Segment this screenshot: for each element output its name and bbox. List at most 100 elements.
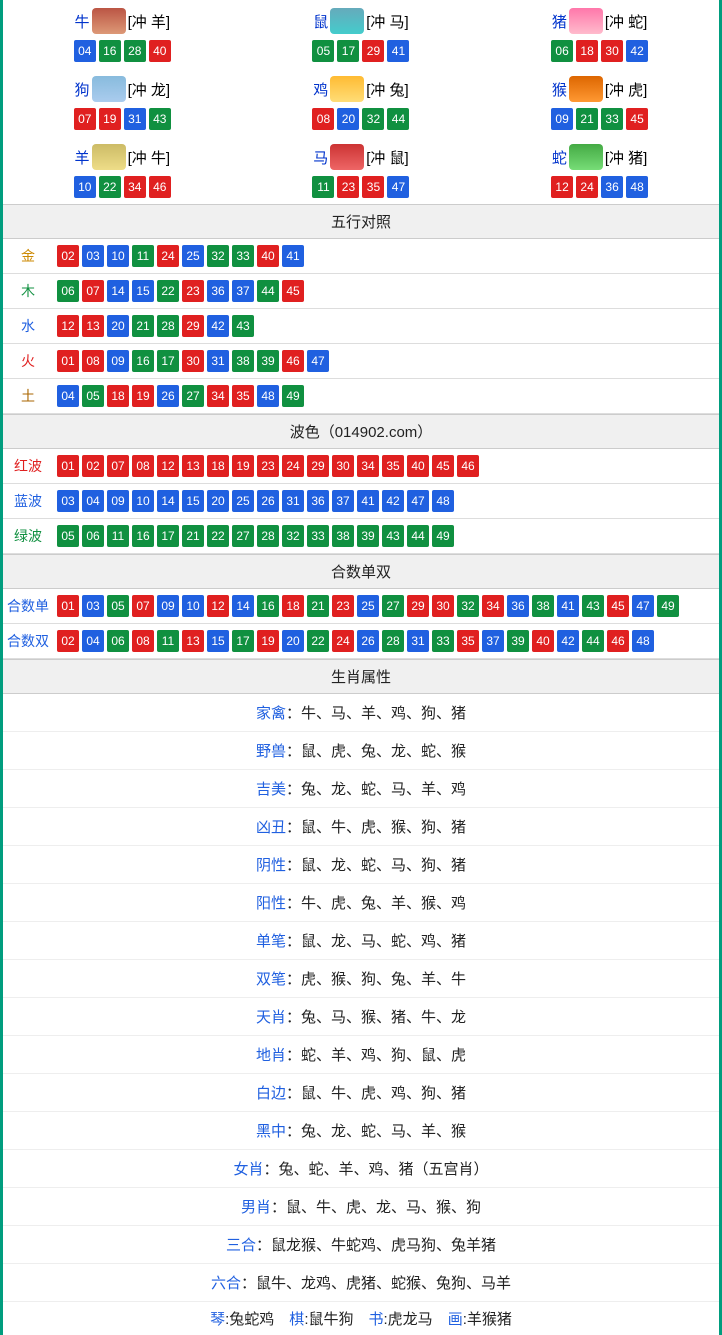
attr-key: 吉美 (256, 781, 286, 798)
attr-key: 黑中 (256, 1123, 286, 1140)
ball-row: 1213202128294243 (57, 315, 715, 337)
last-value: :虎龙马 (384, 1311, 433, 1328)
zodiac-title: 狗[冲 龙] (3, 76, 242, 102)
table-row: 合数单0103050709101214161821232527293032343… (3, 589, 719, 624)
number-ball: 28 (157, 315, 179, 337)
number-ball: 02 (57, 630, 79, 652)
number-ball: 26 (357, 630, 379, 652)
attr-key: 女肖 (233, 1161, 263, 1178)
number-ball: 19 (99, 108, 121, 130)
zodiac-chong: [冲 鼠] (366, 147, 409, 168)
number-ball: 16 (257, 595, 279, 617)
attr-value: ：鼠、牛、虎、猴、狗、猪 (286, 819, 466, 836)
number-ball: 21 (132, 315, 154, 337)
number-ball: 12 (157, 455, 179, 477)
zodiac-cell: 马[冲 鼠]11233547 (242, 136, 481, 204)
number-ball: 18 (282, 595, 304, 617)
number-ball: 13 (82, 315, 104, 337)
number-ball: 19 (232, 455, 254, 477)
number-ball: 20 (337, 108, 359, 130)
row-label: 土 (3, 379, 53, 414)
number-ball: 42 (626, 40, 648, 62)
zodiac-name: 牛 (75, 11, 90, 32)
number-ball: 11 (312, 176, 334, 198)
zodiac-name: 马 (313, 147, 328, 168)
number-ball: 35 (232, 385, 254, 407)
number-ball: 09 (551, 108, 573, 130)
attr-value: ：牛、马、羊、鸡、狗、猪 (286, 705, 466, 722)
number-ball: 11 (107, 525, 129, 547)
attr-value: ：兔、蛇、羊、鸡、猪（五宫肖） (264, 1161, 489, 1178)
attr-key: 单笔 (256, 933, 286, 950)
number-ball: 23 (257, 455, 279, 477)
number-ball: 42 (557, 630, 579, 652)
attr-value: ：牛、虎、兔、羊、猴、鸡 (286, 895, 466, 912)
row-label: 合数单 (3, 589, 53, 624)
number-ball: 01 (57, 350, 79, 372)
number-ball: 14 (157, 490, 179, 512)
number-ball: 07 (107, 455, 129, 477)
number-ball: 37 (232, 280, 254, 302)
section-header-wuxing: 五行对照 (3, 204, 719, 239)
number-ball: 32 (362, 108, 384, 130)
row-balls: 05061116172122272832333839434449 (53, 519, 719, 554)
number-ball: 10 (107, 245, 129, 267)
number-ball: 46 (457, 455, 479, 477)
number-ball: 43 (382, 525, 404, 547)
number-ball: 18 (107, 385, 129, 407)
number-ball: 31 (207, 350, 229, 372)
table-row: 木06071415222336374445 (3, 274, 719, 309)
attr-row: 三合：鼠龙猴、牛蛇鸡、虎马狗、兔羊猪 (3, 1226, 719, 1264)
zodiac-chong: [冲 马] (366, 11, 409, 32)
ball-row: 08203244 (242, 108, 481, 130)
ball-row: 0102070812131819232429303435404546 (57, 455, 715, 477)
heshu-table: 合数单0103050709101214161821232527293032343… (3, 589, 719, 659)
number-ball: 15 (182, 490, 204, 512)
number-ball: 33 (307, 525, 329, 547)
number-ball: 29 (182, 315, 204, 337)
zodiac-name: 猴 (552, 79, 567, 100)
attr-key: 天肖 (256, 1009, 286, 1026)
number-ball: 28 (124, 40, 146, 62)
number-ball: 41 (557, 595, 579, 617)
number-ball: 40 (149, 40, 171, 62)
number-ball: 03 (82, 595, 104, 617)
zodiac-title: 牛[冲 羊] (3, 8, 242, 34)
zodiac-cell: 鼠[冲 马]05172941 (242, 0, 481, 68)
number-ball: 47 (307, 350, 329, 372)
number-ball: 19 (132, 385, 154, 407)
last-key: 棋 (289, 1311, 304, 1328)
row-balls: 04051819262734354849 (53, 379, 719, 414)
number-ball: 44 (582, 630, 604, 652)
number-ball: 30 (332, 455, 354, 477)
number-ball: 05 (57, 525, 79, 547)
number-ball: 22 (207, 525, 229, 547)
number-ball: 08 (312, 108, 334, 130)
number-ball: 35 (382, 455, 404, 477)
number-ball: 21 (182, 525, 204, 547)
ball-row: 06183042 (480, 40, 719, 62)
number-ball: 41 (387, 40, 409, 62)
ball-row: 02031011242532334041 (57, 245, 715, 267)
number-ball: 39 (257, 350, 279, 372)
zodiac-title: 羊[冲 牛] (3, 144, 242, 170)
number-ball: 34 (357, 455, 379, 477)
last-value: :鼠牛狗 (304, 1311, 353, 1328)
table-row: 金02031011242532334041 (3, 239, 719, 274)
number-ball: 13 (182, 630, 204, 652)
attr-key: 家禽 (256, 705, 286, 722)
table-row: 合数双0204060811131517192022242628313335373… (3, 624, 719, 659)
zodiac-icon (569, 76, 603, 102)
number-ball: 40 (407, 455, 429, 477)
row-balls: 0102070812131819232429303435404546 (53, 449, 719, 484)
ball-row: 12243648 (480, 176, 719, 198)
number-ball: 08 (132, 455, 154, 477)
number-ball: 36 (307, 490, 329, 512)
number-ball: 18 (207, 455, 229, 477)
number-ball: 06 (551, 40, 573, 62)
number-ball: 33 (601, 108, 623, 130)
number-ball: 16 (132, 350, 154, 372)
attr-value: ：兔、龙、蛇、马、羊、猴 (286, 1123, 466, 1140)
table-row: 绿波05061116172122272832333839434449 (3, 519, 719, 554)
row-balls: 0103050709101214161821232527293032343638… (53, 589, 719, 624)
